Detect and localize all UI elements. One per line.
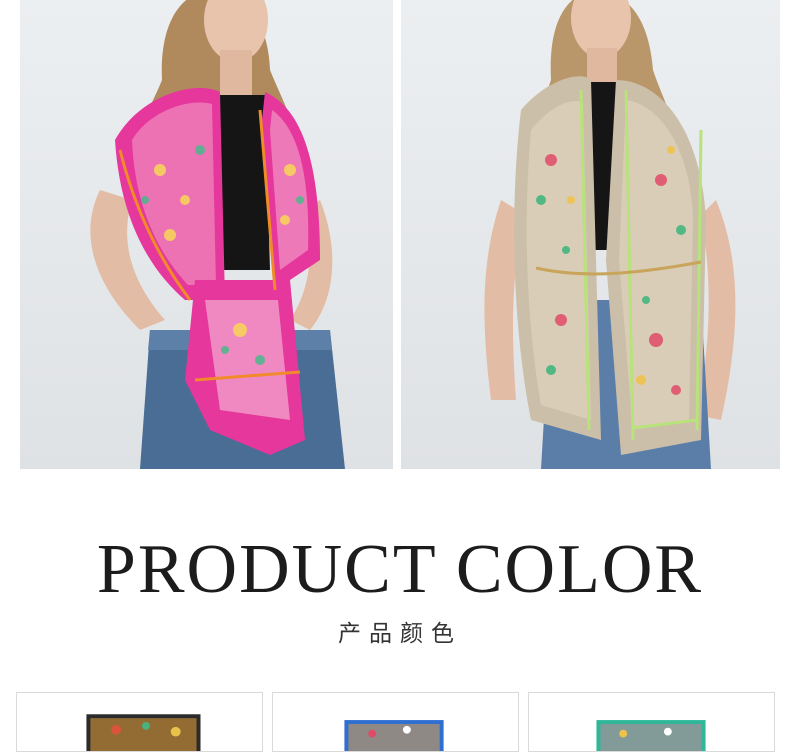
section-title: PRODUCT COLOR	[96, 531, 704, 608]
color-swatch-3[interactable]	[528, 692, 775, 752]
model-illustration	[90, 0, 345, 469]
model-photo-beige-scarf	[401, 0, 780, 469]
color-swatch-2[interactable]	[272, 692, 519, 752]
section-subtitle: 产品颜色	[338, 621, 462, 647]
scarf-thumbnail	[86, 714, 201, 751]
scarf-thumbnail	[596, 720, 706, 751]
model-photo-pink-scarf	[20, 0, 393, 469]
color-swatch-1[interactable]	[16, 692, 263, 752]
scarf-thumbnail	[344, 720, 444, 751]
model-illustration	[484, 0, 736, 469]
